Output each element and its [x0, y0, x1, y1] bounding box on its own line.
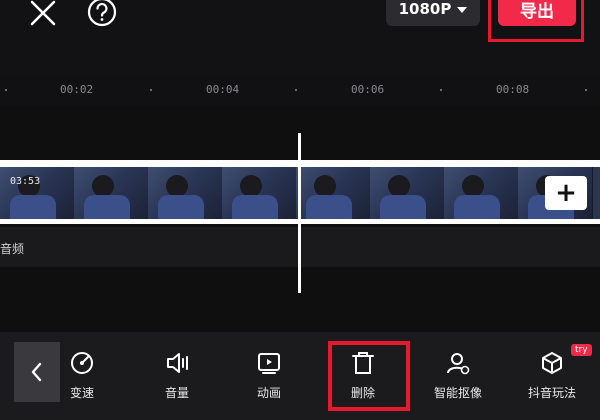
- resolution-dropdown[interactable]: 1080P: [386, 0, 480, 26]
- ruler-tick: 00:04: [206, 83, 240, 96]
- tool-label: 智能抠像: [433, 386, 482, 400]
- ruler-dot: [295, 89, 297, 91]
- speed-icon: [71, 352, 93, 374]
- clip-thumbnail: [0, 167, 75, 219]
- clip-thumbnail: [370, 167, 445, 219]
- tool-label: 动画: [256, 386, 281, 400]
- ruler-dot: [5, 89, 7, 91]
- export-highlight-box: [488, 0, 584, 42]
- help-icon[interactable]: [86, 0, 118, 28]
- tool-smart-cutout[interactable]: 智能抠像: [424, 350, 492, 405]
- clip-duration: 03:53: [10, 176, 41, 187]
- clip-thumbnail: [444, 167, 519, 219]
- volume-icon: [167, 353, 188, 373]
- resolution-label: 1080P: [398, 0, 452, 18]
- clip-thumbnail: [296, 167, 371, 219]
- ruler-dot: [585, 89, 587, 91]
- tool-label: 变速: [69, 386, 94, 400]
- ruler-tick: 00:08: [496, 83, 530, 96]
- plus-icon: +: [555, 178, 577, 208]
- audio-track-label: 音频: [0, 242, 25, 256]
- clip-thumbnail: [222, 167, 297, 219]
- tool-label: 抖音玩法: [527, 386, 576, 400]
- try-badge: try: [571, 344, 592, 356]
- tool-volume[interactable]: 音量: [143, 350, 211, 405]
- playhead[interactable]: [298, 133, 301, 293]
- ruler-tick: 00:02: [60, 83, 94, 96]
- animation-icon: [258, 353, 280, 374]
- tool-speed[interactable]: 变速: [48, 350, 116, 405]
- ruler-tick: 00:06: [351, 83, 385, 96]
- add-clip-button[interactable]: +: [545, 176, 587, 210]
- douyin-effects-icon: [542, 352, 562, 374]
- close-icon[interactable]: [26, 0, 60, 30]
- tool-douyin-effects[interactable]: 抖音玩法: [518, 350, 586, 405]
- ruler-dot: [150, 89, 152, 91]
- tool-animation[interactable]: 动画: [235, 350, 303, 405]
- delete-highlight-box: [328, 341, 410, 411]
- chevron-left-icon: [31, 362, 42, 382]
- caret-down-icon: [457, 7, 468, 13]
- ruler-dot: [440, 89, 442, 91]
- time-ruler: 00:02 00:04 00:06 00:08: [0, 75, 600, 105]
- tool-label: 音量: [164, 386, 189, 400]
- smart-cutout-icon: [447, 353, 470, 375]
- clip-thumbnail: [74, 167, 149, 219]
- clip-thumbnail: [148, 167, 223, 219]
